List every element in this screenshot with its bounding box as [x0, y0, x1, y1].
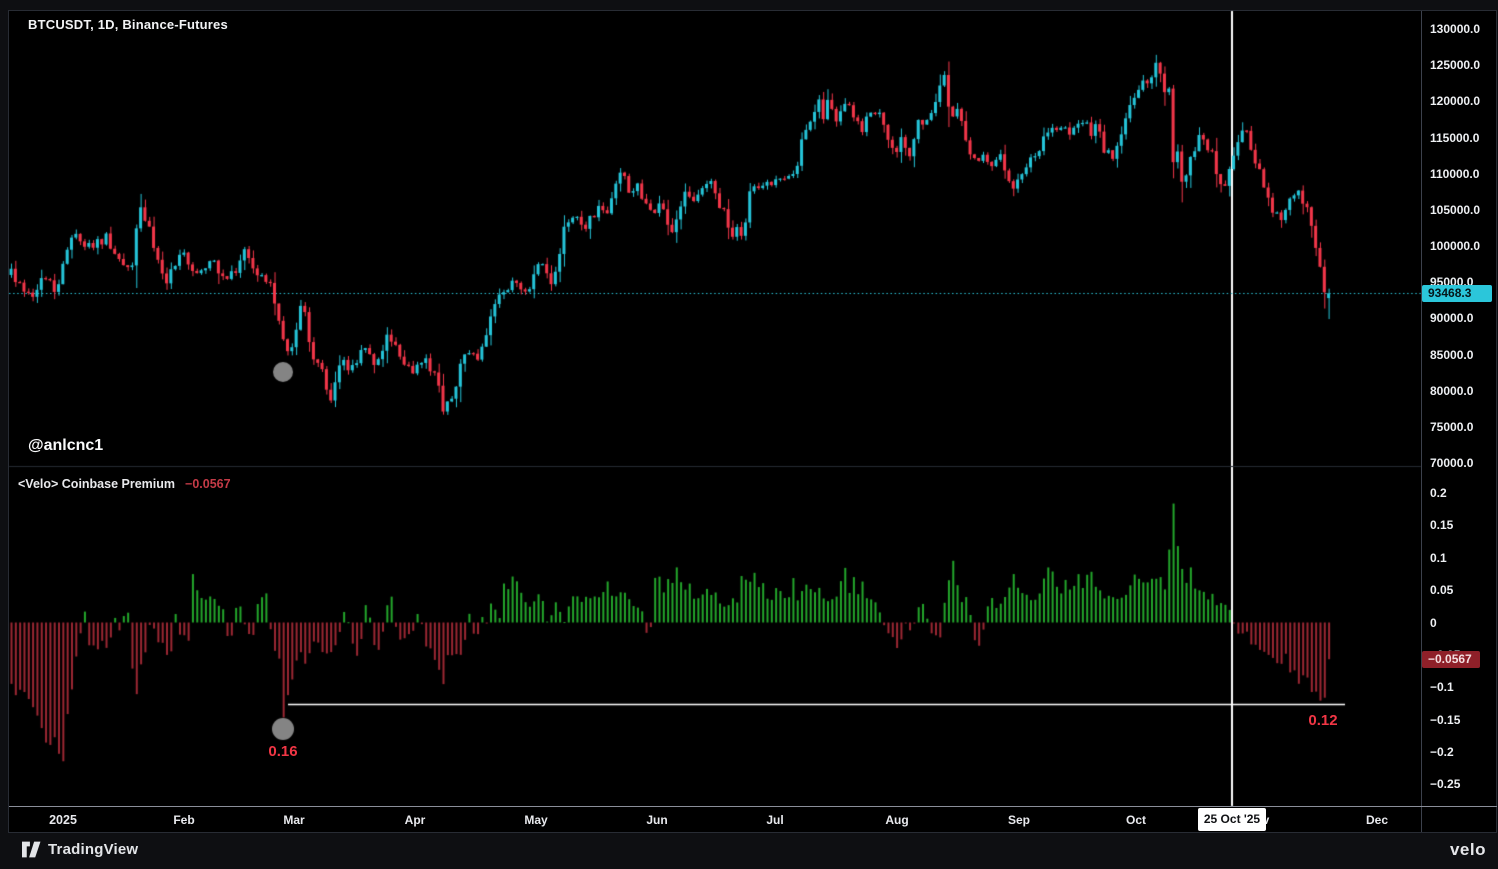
- indicator-title: <Velo> Coinbase Premium: [18, 477, 175, 491]
- footer-bar: TradingView velo: [0, 835, 1498, 869]
- premium-tick-label: −0.15: [1430, 712, 1496, 728]
- tradingview-logo-text: TradingView: [48, 841, 138, 858]
- premium-tick-label: −0.25: [1430, 776, 1496, 792]
- price-tick-label: 120000.0: [1430, 93, 1496, 109]
- chart-page: BTCUSDT, 1D, Binance-Futures @anlcnc1 <V…: [0, 0, 1498, 869]
- price-tick-label: 80000.0: [1430, 383, 1496, 399]
- price-tick-label: 90000.0: [1430, 310, 1496, 326]
- time-scale-axis[interactable]: 2025FebMarAprMayJunJulAugSepOctNovDec: [9, 806, 1497, 833]
- premium-tick-label: 0.05: [1430, 582, 1496, 598]
- price-tick-label: 100000.0: [1430, 238, 1496, 254]
- month-label-apr: Apr: [375, 813, 455, 827]
- month-label-oct: Oct: [1096, 813, 1176, 827]
- price-tick-label: 125000.0: [1430, 57, 1496, 73]
- indicator-value-badge: −0.0567: [1422, 651, 1480, 668]
- last-price-badge: 93468.3: [1422, 285, 1492, 302]
- price-tick-label: 115000.0: [1430, 130, 1496, 146]
- price-tick-label: 130000.0: [1430, 21, 1496, 37]
- month-label-dec: Dec: [1337, 813, 1417, 827]
- annotation-label-016[interactable]: 0.16: [243, 743, 323, 760]
- month-label-may: May: [496, 813, 576, 827]
- month-label-jun: Jun: [617, 813, 697, 827]
- price-tick-label: 110000.0: [1430, 166, 1496, 182]
- month-label-sep: Sep: [979, 813, 1059, 827]
- indicator-value: −0.0567: [185, 477, 231, 491]
- premium-tick-label: 0.15: [1430, 517, 1496, 533]
- price-tick-label: 70000.0: [1430, 455, 1496, 471]
- premium-tick-label: 0.2: [1430, 485, 1496, 501]
- price-tick-label: 85000.0: [1430, 347, 1496, 363]
- month-label-aug: Aug: [857, 813, 937, 827]
- chart-canvas[interactable]: [0, 0, 1498, 869]
- annotation-label-012[interactable]: 0.12: [1283, 712, 1363, 729]
- tradingview-logo-icon: [22, 841, 41, 858]
- month-label-2025: 2025: [23, 813, 103, 827]
- indicator-legend[interactable]: <Velo> Coinbase Premium −0.0567: [18, 477, 231, 491]
- month-label-feb: Feb: [144, 813, 224, 827]
- axis-separator-line: [1421, 11, 1422, 832]
- tradingview-logo[interactable]: TradingView: [22, 841, 138, 858]
- premium-tick-label: −0.1: [1430, 679, 1496, 695]
- price-tick-label: 75000.0: [1430, 419, 1496, 435]
- premium-tick-label: −0.2: [1430, 744, 1496, 760]
- month-label-mar: Mar: [254, 813, 334, 827]
- price-tick-label: 105000.0: [1430, 202, 1496, 218]
- crosshair-date-badge: 25 Oct '25: [1198, 808, 1266, 831]
- velo-logo[interactable]: velo: [1450, 840, 1486, 860]
- premium-tick-label: 0.1: [1430, 550, 1496, 566]
- month-label-jul: Jul: [735, 813, 815, 827]
- symbol-legend[interactable]: BTCUSDT, 1D, Binance-Futures: [28, 17, 228, 32]
- premium-tick-label: 0: [1430, 615, 1496, 631]
- price-scale-axis[interactable]: 130000.0 125000.0 120000.0 115000.0 110000.0…: [1421, 11, 1497, 806]
- watermark-label: @anlcnc1: [28, 437, 103, 455]
